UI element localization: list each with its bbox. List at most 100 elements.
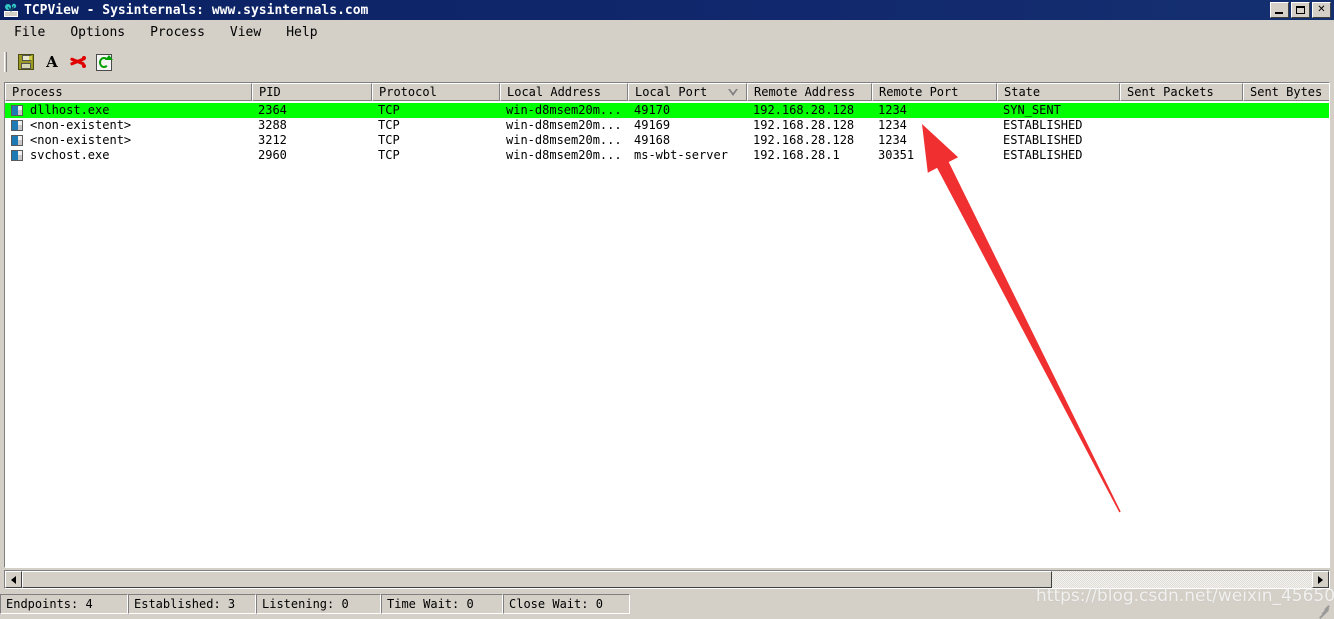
font-icon: A <box>46 54 58 70</box>
cell-sent-packets <box>1126 103 1243 118</box>
window-title: TCPView - Sysinternals: www.sysinternals… <box>24 3 368 18</box>
tcpview-icon <box>3 2 19 18</box>
scrollbar-thumb[interactable] <box>22 571 1052 588</box>
cell-sent-packets <box>1126 118 1243 133</box>
cell-local-address: win-d8msem20m... <box>506 118 628 133</box>
minimize-button[interactable] <box>1270 2 1289 18</box>
column-header-label: Sent Packets <box>1127 85 1214 99</box>
cell-remote-address: 192.168.28.1 <box>753 148 872 163</box>
cell-state: ESTABLISHED <box>1003 118 1120 133</box>
status-panel-time-wait: Time Wait: 0 <box>381 594 503 614</box>
save-button[interactable] <box>13 50 39 74</box>
cell-remote-port: 30351 <box>878 148 997 163</box>
refresh-icon <box>96 54 112 71</box>
cell-remote-address: 192.168.28.128 <box>753 118 872 133</box>
connections-list: Process PID Protocol Local Address Local Por… <box>4 82 1330 568</box>
save-icon <box>18 54 34 70</box>
column-header-state[interactable]: State <box>997 83 1120 101</box>
table-row[interactable]: <non-existent> 3288 TCP win-d8msem20m... 491… <box>5 118 1329 133</box>
column-header-protocol[interactable]: Protocol <box>372 83 500 101</box>
cell-local-address: win-d8msem20m... <box>506 103 628 118</box>
column-header-label: State <box>1004 85 1040 99</box>
maximize-button[interactable] <box>1291 2 1310 18</box>
cell-sent-packets <box>1126 148 1243 163</box>
menu-item-view[interactable]: View <box>228 24 263 41</box>
cell-local-port: 49170 <box>634 103 747 118</box>
cell-local-port: 49168 <box>634 133 747 148</box>
window-controls: ✕ <box>1270 2 1331 18</box>
cell-pid: 2960 <box>258 148 372 163</box>
cell-protocol: TCP <box>378 133 500 148</box>
cell-pid: 3212 <box>258 133 372 148</box>
cell-remote-port: 1234 <box>878 103 997 118</box>
cell-process: <non-existent> <box>30 118 252 133</box>
cell-process: <non-existent> <box>30 133 252 148</box>
column-header-pid[interactable]: PID <box>252 83 372 101</box>
status-panel-close-wait: Close Wait: 0 <box>503 594 630 614</box>
cell-process: dllhost.exe <box>30 103 252 118</box>
toolbar: A <box>0 46 1334 78</box>
menu-item-options[interactable]: Options <box>68 24 127 41</box>
table-row[interactable]: svchost.exe 2960 TCP win-d8msem20m... ms-wbt… <box>5 148 1329 163</box>
column-header-label: Local Address <box>507 85 601 99</box>
connections-rows: dllhost.exe 2364 TCP win-d8msem20m... 49170 1… <box>5 101 1329 567</box>
cell-remote-address: 192.168.28.128 <box>753 133 872 148</box>
title-bar: TCPView - Sysinternals: www.sysinternals… <box>0 0 1334 20</box>
toolbar-grip <box>4 52 7 72</box>
close-icon: ✕ <box>1313 3 1330 17</box>
column-header-local-port[interactable]: Local Port <box>628 83 747 101</box>
process-icon <box>11 105 23 116</box>
column-header-process[interactable]: Process <box>5 83 252 101</box>
cell-sent-bytes <box>1249 118 1330 133</box>
status-panel-established: Established: 3 <box>128 594 256 614</box>
watermark: https://blog.csdn.net/weixin_45650712 <box>1036 586 1334 606</box>
column-header-label: Sent Bytes <box>1250 85 1322 99</box>
close-button[interactable]: ✕ <box>1312 2 1331 18</box>
cell-remote-port: 1234 <box>878 133 997 148</box>
cell-pid: 2364 <box>258 103 372 118</box>
column-header-sent-bytes[interactable]: Sent Bytes <box>1243 83 1330 101</box>
close-connection-button[interactable] <box>65 50 91 74</box>
cell-remote-port: 1234 <box>878 118 997 133</box>
close-connection-icon <box>69 54 87 70</box>
refresh-button[interactable] <box>91 50 117 74</box>
font-button[interactable]: A <box>39 50 65 74</box>
cell-local-address: win-d8msem20m... <box>506 148 628 163</box>
cell-state: ESTABLISHED <box>1003 148 1120 163</box>
column-header-label: PID <box>259 85 281 99</box>
menu-item-process[interactable]: Process <box>148 24 207 41</box>
cell-local-address: win-d8msem20m... <box>506 133 628 148</box>
column-header-remote-address[interactable]: Remote Address <box>747 83 872 101</box>
cell-remote-address: 192.168.28.128 <box>753 103 872 118</box>
scroll-left-arrow[interactable] <box>5 571 22 588</box>
process-icon <box>11 150 23 161</box>
column-header-local-address[interactable]: Local Address <box>500 83 628 101</box>
menu-item-help[interactable]: Help <box>284 24 319 41</box>
cell-protocol: TCP <box>378 118 500 133</box>
cell-state: ESTABLISHED <box>1003 133 1120 148</box>
column-header-sent-packets[interactable]: Sent Packets <box>1120 83 1243 101</box>
cell-local-port: 49169 <box>634 118 747 133</box>
column-header-label: Protocol <box>379 85 437 99</box>
column-header-remote-port[interactable]: Remote Port <box>872 83 997 101</box>
column-header-label: Remote Address <box>754 85 855 99</box>
cell-process: svchost.exe <box>30 148 252 163</box>
table-row[interactable]: dllhost.exe 2364 TCP win-d8msem20m... 49170 1… <box>5 103 1329 118</box>
menu-bar: File Options Process View Help <box>0 20 1334 44</box>
cell-sent-bytes <box>1249 148 1330 163</box>
cell-sent-bytes <box>1249 133 1330 148</box>
column-header-label: Local Port <box>635 85 707 99</box>
column-header-label: Process <box>12 85 63 99</box>
cell-protocol: TCP <box>378 103 500 118</box>
status-panel-listening: Listening: 0 <box>256 594 381 614</box>
process-icon <box>11 120 23 131</box>
column-header-label: Remote Port <box>879 85 958 99</box>
cell-protocol: TCP <box>378 148 500 163</box>
column-header-row: Process PID Protocol Local Address Local Por… <box>5 83 1329 101</box>
process-icon <box>11 135 23 146</box>
cell-local-port: ms-wbt-server <box>634 148 747 163</box>
menu-item-file[interactable]: File <box>12 24 47 41</box>
table-row[interactable]: <non-existent> 3212 TCP win-d8msem20m... 491… <box>5 133 1329 148</box>
cell-pid: 3288 <box>258 118 372 133</box>
status-panel-endpoints: Endpoints: 4 <box>0 594 128 614</box>
